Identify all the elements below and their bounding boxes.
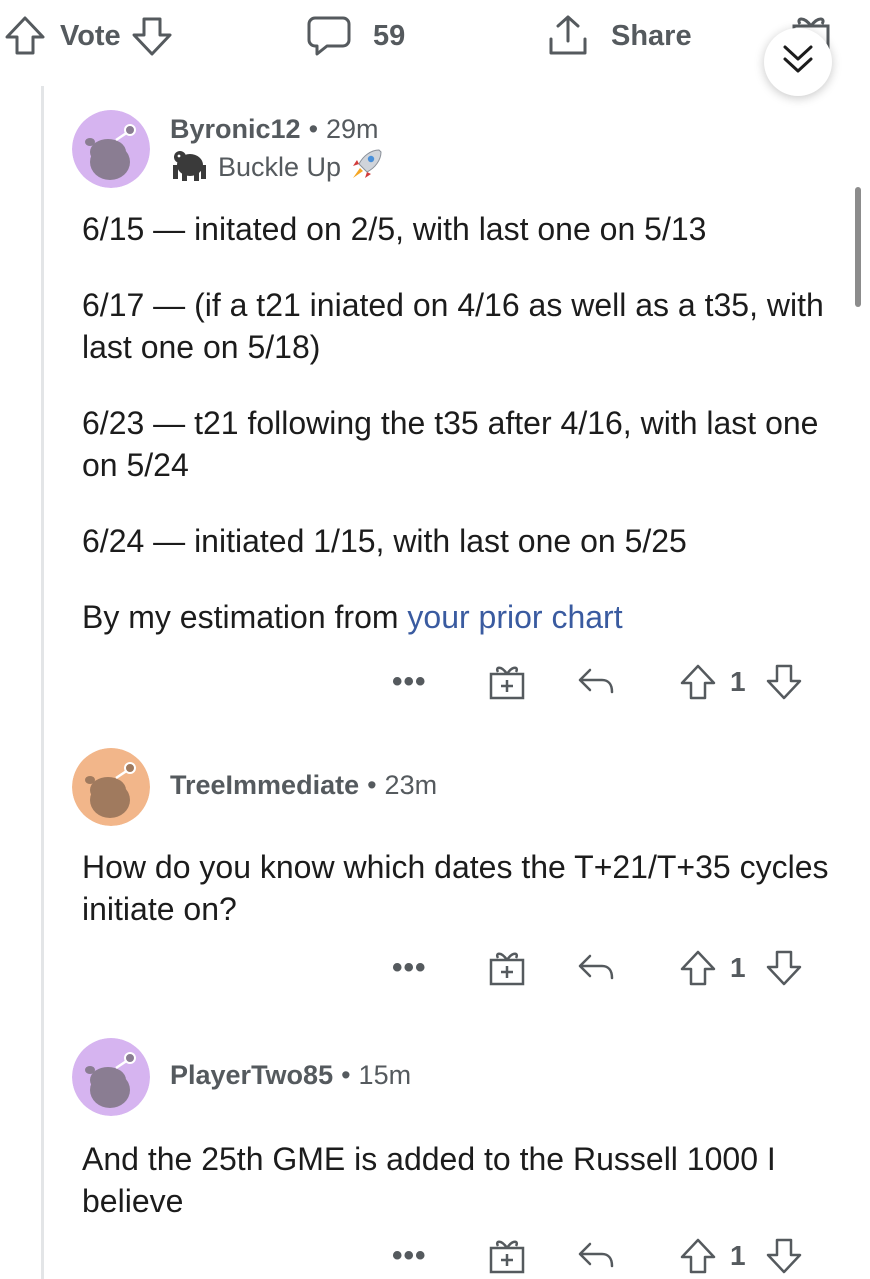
comment-playertwo85: PlayerTwo85 • 15m And the 25th GME is adde… xyxy=(72,1038,842,1279)
user-flair: Buckle Up xyxy=(170,146,385,189)
upvote-icon[interactable] xyxy=(678,1232,718,1279)
vote-label: Vote xyxy=(60,19,121,52)
upvote-icon[interactable] xyxy=(678,658,718,706)
meta-separator: • xyxy=(341,1060,351,1090)
share-label: Share xyxy=(611,19,692,52)
comment-actions: ••• 1 xyxy=(392,1232,812,1279)
comment-body: How do you know which dates the T+21/T+3… xyxy=(82,846,842,930)
comment-actions: ••• 1 xyxy=(392,658,812,706)
comment-paragraph: By my estimation from your prior chart xyxy=(82,596,842,638)
more-options-icon[interactable]: ••• xyxy=(392,944,427,992)
comment-meta: TreeImmediate • 23m xyxy=(170,770,437,801)
share-button[interactable]: Share xyxy=(545,12,692,60)
post-action-bar: Vote 59 Share xyxy=(0,0,870,76)
timestamp: 29m xyxy=(326,114,379,144)
downvote-icon[interactable] xyxy=(764,944,804,992)
comment-body: 6/15 — initated on 2/5, with last one on… xyxy=(82,208,842,638)
reply-icon[interactable] xyxy=(576,1232,616,1279)
timestamp: 23m xyxy=(384,770,438,800)
comment-body: And the 25th GME is added to the Russell… xyxy=(82,1138,842,1222)
reply-icon[interactable] xyxy=(576,658,616,706)
prior-chart-link[interactable]: your prior chart xyxy=(407,599,622,635)
avatar[interactable] xyxy=(72,110,150,188)
comment-meta: Byronic12 • 29m xyxy=(170,114,379,145)
username[interactable]: PlayerTwo85 xyxy=(170,1060,333,1090)
comment-paragraph: How do you know which dates the T+21/T+3… xyxy=(82,849,829,927)
comment-meta: PlayerTwo85 • 15m xyxy=(170,1060,411,1091)
vote-count: 1 xyxy=(730,1240,746,1271)
more-options-icon[interactable]: ••• xyxy=(392,658,427,706)
collapse-thread-button[interactable] xyxy=(764,28,832,96)
gift-icon[interactable] xyxy=(487,658,527,706)
double-chevron-down-icon xyxy=(779,41,817,84)
rocket-icon xyxy=(349,146,385,189)
downvote-icon[interactable] xyxy=(764,658,804,706)
share-icon xyxy=(545,13,591,59)
comment-byronic12: Byronic12 • 29m Buckle Up 6/15 — initate… xyxy=(72,110,842,706)
upvote-icon[interactable] xyxy=(2,13,48,59)
downvote-icon[interactable] xyxy=(764,1232,804,1279)
reply-icon[interactable] xyxy=(576,944,616,992)
comment-paragraph: 6/24 — initiated 1/15, with last one on … xyxy=(82,523,687,559)
username[interactable]: Byronic12 xyxy=(170,114,301,144)
vote-count: 1 xyxy=(730,952,746,983)
comment-count: 59 xyxy=(373,19,406,52)
gift-icon[interactable] xyxy=(487,944,527,992)
meta-separator: • xyxy=(367,770,377,800)
vote-count: 1 xyxy=(730,666,746,697)
upvote-icon[interactable] xyxy=(678,944,718,992)
flair-text: Buckle Up xyxy=(218,152,342,182)
comments-button[interactable]: 59 xyxy=(305,12,405,60)
scrollbar[interactable] xyxy=(855,187,861,307)
comment-paragraph: 6/15 — initated on 2/5, with last one on… xyxy=(82,211,707,247)
gorilla-icon xyxy=(170,147,208,188)
comment-actions: ••• 1 xyxy=(392,944,812,992)
avatar[interactable] xyxy=(72,1038,150,1116)
username[interactable]: TreeImmediate xyxy=(170,770,359,800)
comment-paragraph: 6/23 — t21 following the t35 after 4/16,… xyxy=(82,405,819,483)
avatar[interactable] xyxy=(72,748,150,826)
downvote-icon[interactable] xyxy=(129,13,175,59)
meta-separator: • xyxy=(308,114,319,144)
link-prefix: By my estimation from xyxy=(82,599,408,635)
comment-paragraph: 6/17 — (if a t21 iniated on 4/16 as well… xyxy=(82,287,824,365)
timestamp: 15m xyxy=(358,1060,412,1090)
comment-paragraph: And the 25th GME is added to the Russell… xyxy=(82,1141,776,1219)
thread-line[interactable] xyxy=(41,86,44,1279)
comment-treeimmediate: TreeImmediate • 23m How do you know which … xyxy=(72,748,842,998)
vote-control: Vote xyxy=(2,12,175,60)
more-options-icon[interactable]: ••• xyxy=(392,1232,427,1279)
comment-icon xyxy=(305,12,353,60)
gift-icon[interactable] xyxy=(487,1232,527,1279)
